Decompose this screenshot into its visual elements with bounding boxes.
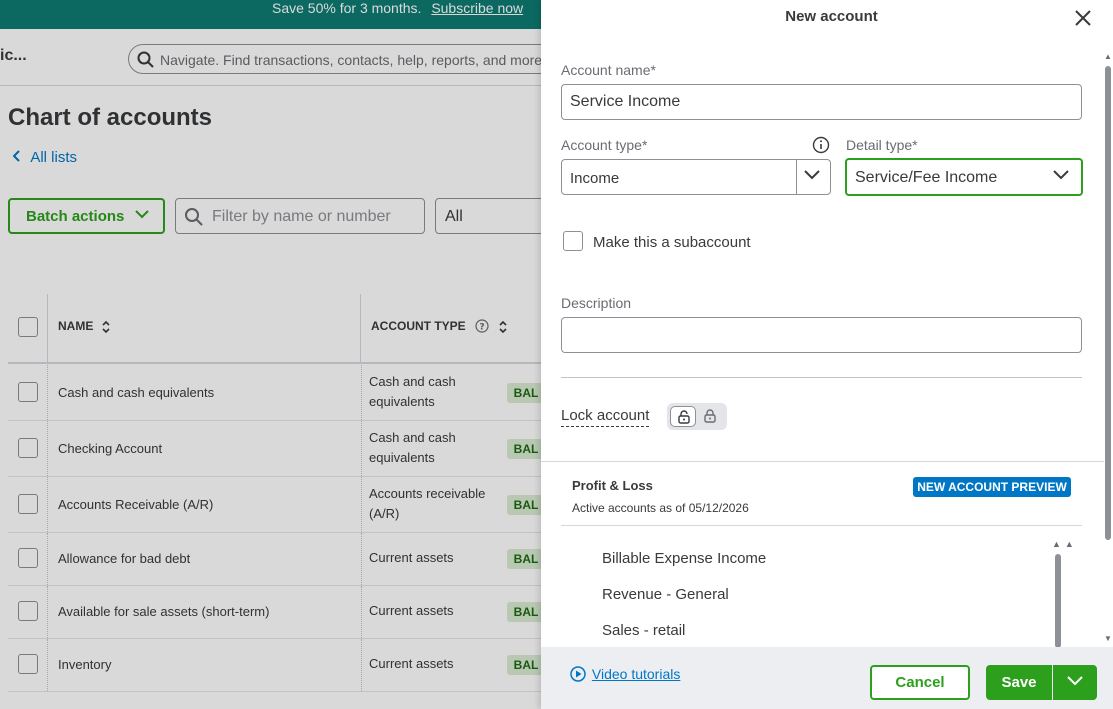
account-type-select[interactable]: Income bbox=[561, 159, 831, 195]
scroll-down-arrow-icon[interactable]: ▼ bbox=[1104, 634, 1112, 643]
new-account-drawer: New account ▲ ▼ Account name* Service In… bbox=[541, 0, 1113, 709]
description-input[interactable] bbox=[561, 317, 1082, 353]
video-tutorials-link[interactable]: Video tutorials bbox=[570, 666, 680, 682]
detail-type-label: Detail type* bbox=[846, 137, 918, 153]
chevron-down-icon bbox=[804, 170, 820, 180]
preview-subtitle: Active accounts as of 05/12/2026 bbox=[572, 501, 749, 515]
close-icon[interactable] bbox=[1074, 9, 1092, 27]
preview-account-item: Sales - retail bbox=[602, 622, 686, 639]
account-name-input[interactable]: Service Income bbox=[561, 84, 1082, 120]
chevron-down-icon bbox=[1067, 676, 1083, 686]
save-options-button[interactable] bbox=[1053, 665, 1097, 700]
detail-type-select[interactable]: Service/Fee Income bbox=[845, 158, 1083, 196]
drawer-footer: Video tutorials Cancel Save bbox=[541, 647, 1113, 709]
divider bbox=[561, 377, 1082, 378]
cancel-button[interactable]: Cancel bbox=[870, 665, 970, 700]
preview-scrollbar[interactable] bbox=[1055, 554, 1061, 648]
scroll-up-arrow-icon[interactable]: ▲ bbox=[1104, 52, 1112, 61]
account-type-value: Income bbox=[570, 170, 620, 187]
description-label: Description bbox=[561, 295, 632, 311]
new-account-preview-badge: NEW ACCOUNT PREVIEW bbox=[913, 477, 1071, 497]
info-icon[interactable] bbox=[812, 136, 830, 154]
video-tutorials-label: Video tutorials bbox=[591, 666, 681, 682]
detail-type-value: Service/Fee Income bbox=[855, 169, 998, 186]
profit-loss-preview: Profit & Loss Active accounts as of 05/1… bbox=[541, 461, 1104, 648]
lock-account-toggle[interactable] bbox=[667, 403, 727, 430]
preview-account-item: Billable Expense Income bbox=[602, 550, 767, 567]
account-name-label: Account name* bbox=[561, 62, 656, 78]
chevron-down-icon bbox=[1053, 170, 1069, 180]
subaccount-checkbox[interactable] bbox=[563, 231, 583, 251]
drawer-title: New account bbox=[785, 8, 878, 25]
drawer-scrollbar[interactable] bbox=[1105, 66, 1111, 540]
account-type-label: Account type* bbox=[561, 137, 648, 153]
unlocked-option[interactable] bbox=[670, 406, 696, 427]
preview-account-item: Revenue - General bbox=[602, 586, 729, 603]
preview-scroll-up-icon[interactable]: ▲▲ bbox=[1052, 539, 1078, 549]
play-circle-icon bbox=[570, 666, 586, 682]
save-button[interactable]: Save bbox=[986, 665, 1052, 700]
select-divider bbox=[796, 160, 797, 194]
subaccount-label[interactable]: Make this a subaccount bbox=[593, 234, 751, 251]
lock-icon[interactable] bbox=[704, 409, 716, 423]
preview-title: Profit & Loss bbox=[572, 478, 653, 493]
divider bbox=[561, 525, 1082, 526]
unlock-icon bbox=[678, 410, 690, 424]
lock-account-label[interactable]: Lock account bbox=[561, 407, 650, 427]
